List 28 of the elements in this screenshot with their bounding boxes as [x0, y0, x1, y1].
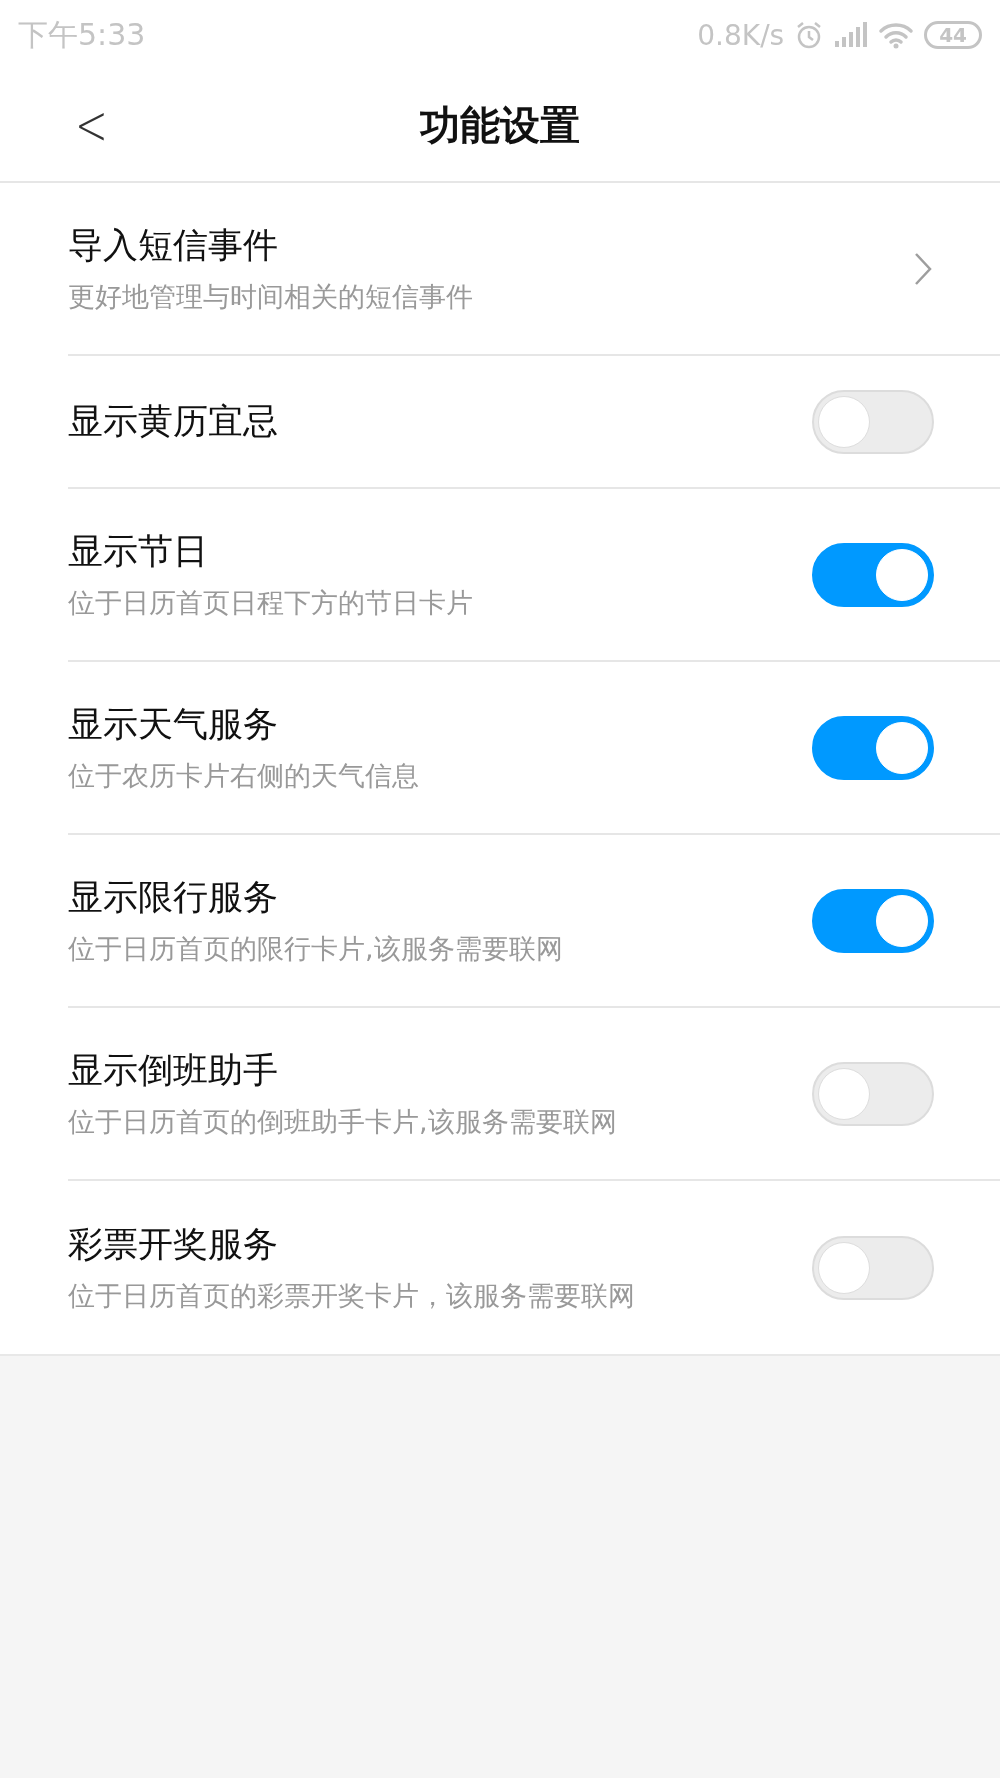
back-button[interactable]: < — [68, 92, 115, 157]
setting-description: 位于农历卡片右侧的天气信息 — [68, 759, 419, 793]
signal-icon — [834, 22, 869, 48]
settings-row[interactable]: 显示黄历宜忌 — [68, 356, 1000, 489]
setting-title: 显示天气服务 — [68, 703, 279, 746]
page-title: 功能设置 — [420, 101, 580, 150]
setting-title: 显示倒班助手 — [68, 1049, 279, 1092]
setting-description: 位于日历首页日程下方的节日卡片 — [68, 586, 473, 620]
settings-row[interactable]: 显示天气服务 位于农历卡片右侧的天气信息 — [68, 662, 1000, 835]
setting-title: 导入短信事件 — [68, 224, 279, 267]
setting-title: 显示节日 — [68, 530, 209, 573]
setting-description: 更好地管理与时间相关的短信事件 — [68, 280, 473, 314]
setting-title: 彩票开奖服务 — [68, 1223, 279, 1266]
battery-indicator: 44 — [924, 21, 982, 49]
settings-row[interactable]: 显示倒班助手 位于日历首页的倒班助手卡片,该服务需要联网 — [68, 1008, 1000, 1181]
network-speed: 0.8K/s — [697, 18, 785, 52]
settings-row[interactable]: 显示限行服务 位于日历首页的限行卡片,该服务需要联网 — [68, 835, 1000, 1008]
chevron-icon — [914, 251, 932, 286]
status-time: 下午5:33 — [18, 15, 146, 54]
wifi-icon — [878, 21, 915, 49]
setting-title: 显示黄历宜忌 — [68, 400, 278, 443]
settings-row[interactable]: 显示节日 位于日历首页日程下方的节日卡片 — [68, 489, 1000, 662]
settings-row[interactable]: 导入短信事件 更好地管理与时间相关的短信事件 — [68, 183, 1000, 356]
settings-row[interactable]: 彩票开奖服务 位于日历首页的彩票开奖卡片，该服务需要联网 — [68, 1181, 1000, 1354]
setting-description: 位于日历首页的限行卡片,该服务需要联网 — [68, 932, 563, 966]
setting-title: 显示限行服务 — [68, 876, 279, 919]
setting-description: 位于日历首页的倒班助手卡片,该服务需要联网 — [68, 1105, 617, 1139]
setting-description: 位于日历首页的彩票开奖卡片，该服务需要联网 — [68, 1279, 635, 1313]
